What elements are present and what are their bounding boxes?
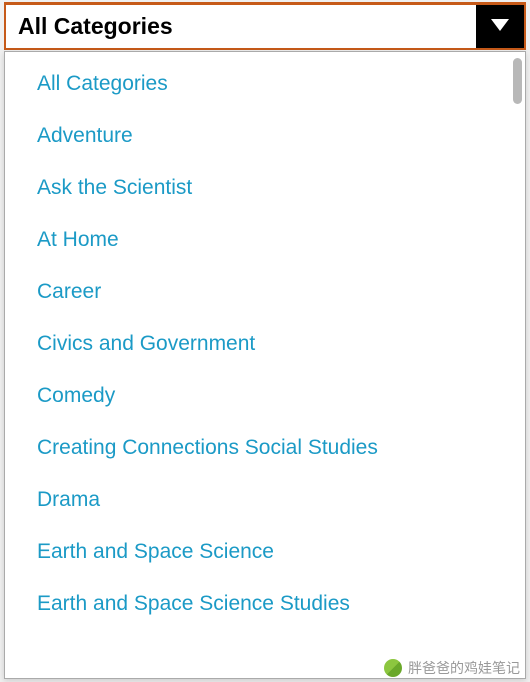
dropdown-header[interactable]: All Categories [4, 2, 526, 50]
scrollbar-track[interactable] [510, 52, 525, 678]
dropdown-list[interactable]: All Categories Adventure Ask the Scienti… [5, 52, 510, 678]
triangle-down-icon [491, 18, 509, 36]
dropdown-item[interactable]: All Categories [5, 58, 510, 110]
dropdown-item[interactable]: Civics and Government [5, 318, 510, 370]
dropdown-item[interactable]: Creating Connections Social Studies [5, 422, 510, 474]
dropdown-item[interactable]: Comedy [5, 370, 510, 422]
dropdown-item[interactable]: Ask the Scientist [5, 162, 510, 214]
dropdown-item[interactable]: At Home [5, 214, 510, 266]
category-dropdown: All Categories [4, 2, 526, 50]
wechat-icon [384, 659, 402, 677]
dropdown-item[interactable]: Adventure [5, 110, 510, 162]
dropdown-selected-value: All Categories [6, 5, 476, 48]
dropdown-item[interactable]: Drama [5, 474, 510, 526]
dropdown-item[interactable]: Career [5, 266, 510, 318]
watermark: 胖爸爸的鸡娃笔记 [384, 658, 520, 678]
scrollbar-thumb[interactable] [513, 58, 522, 104]
dropdown-toggle-button[interactable] [476, 5, 524, 48]
dropdown-item[interactable]: Earth and Space Science [5, 526, 510, 578]
dropdown-panel: All Categories Adventure Ask the Scienti… [4, 51, 526, 679]
dropdown-item[interactable]: Earth and Space Science Studies [5, 578, 510, 630]
watermark-text: 胖爸爸的鸡娃笔记 [408, 658, 520, 678]
